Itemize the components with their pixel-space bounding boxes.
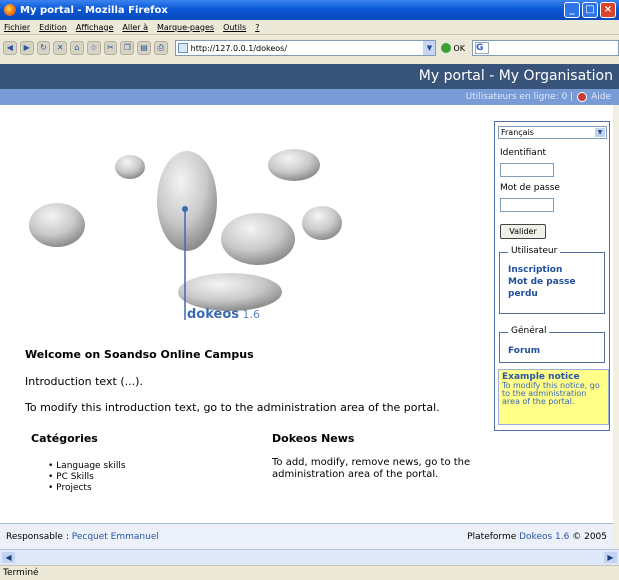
google-icon: G [474, 42, 489, 54]
language-select[interactable]: Français ▼ [498, 126, 607, 139]
page-icon [177, 43, 188, 53]
portal-subheader: Utilisateurs en ligne: 0 | Aide [0, 89, 619, 105]
close-button[interactable]: × [600, 2, 616, 18]
general-legend: Général [508, 326, 550, 336]
address-url[interactable]: http://127.0.0.1/dokeos/ [191, 44, 287, 53]
password-label: Mot de passe [500, 183, 560, 193]
go-label: OK [453, 43, 465, 53]
copy-icon[interactable]: ❐ [120, 41, 135, 55]
home-icon[interactable]: ⌂ [70, 41, 84, 55]
category-item[interactable]: PC Skills [48, 472, 126, 483]
platform-link[interactable]: Dokeos 1.6 [519, 532, 569, 542]
reload-icon[interactable]: ↻ [36, 41, 51, 55]
manager-link[interactable]: Pecquet Emmanuel [72, 532, 159, 542]
intro-text: Introduction text (...). [25, 375, 143, 388]
dokeos-logo: dokeos 1.6 [187, 307, 260, 322]
scroll-left-icon[interactable]: ◀ [2, 552, 15, 563]
general-fieldset: Général Forum [499, 326, 605, 363]
address-bar[interactable]: http://127.0.0.1/dokeos/ ▼ [174, 40, 437, 56]
window-title: My portal - Mozilla Firefox [20, 4, 168, 16]
lost-password-link[interactable]: Mot de passe perdu [508, 276, 584, 300]
firefox-icon [4, 4, 16, 16]
bookmark-icon[interactable]: ☆ [86, 41, 101, 55]
menu-bookmarks[interactable]: Marque-pages [157, 23, 214, 32]
news-title: Dokeos News [272, 432, 355, 445]
notice-box: Example notice To modify this notice, go… [498, 369, 609, 425]
paste-icon[interactable]: ▤ [137, 41, 151, 55]
notice-text: To modify this notice, go to the adminis… [502, 381, 600, 406]
forward-icon[interactable]: ▶ [19, 41, 34, 55]
category-item[interactable]: Projects [48, 483, 126, 494]
scroll-right-icon[interactable]: ▶ [604, 552, 617, 563]
login-label: Identifiant [500, 148, 547, 158]
dokeos-hero-image [29, 149, 342, 320]
search-box[interactable]: G [471, 40, 619, 56]
page-footer: Responsable : Pecquet Emmanuel Plateform… [0, 523, 613, 549]
navigation-toolbar: ◀ ▶ ↻ ✕ ⌂ ☆ ✂ ❐ ▤ ⎙ http://127.0.0.1/dok… [0, 36, 619, 60]
menu-view[interactable]: Affichage [76, 23, 114, 32]
portal-header: My portal - My Organisation [0, 64, 619, 89]
maximize-button[interactable]: □ [582, 2, 598, 18]
forum-link[interactable]: Forum [508, 345, 540, 357]
go-button[interactable]: OK [441, 43, 465, 53]
menu-edit[interactable]: Edition [39, 23, 67, 32]
copyright: © 2005 [572, 531, 607, 542]
login-input[interactable] [500, 163, 554, 177]
manager-label: Responsable : [6, 531, 69, 542]
menu-go[interactable]: Aller à [122, 23, 148, 32]
menu-tools[interactable]: Outils [223, 23, 246, 32]
menu-bar: Fichier Edition Affichage Aller à Marque… [0, 20, 619, 35]
platform-info: Plateforme Dokeos 1.6 © 2005 [467, 532, 607, 542]
help-icon[interactable] [577, 92, 588, 102]
modify-text: To modify this introduction text, go to … [25, 401, 440, 414]
window-titlebar: My portal - Mozilla Firefox _ □ × [0, 0, 619, 20]
chevron-down-icon[interactable]: ▼ [595, 128, 605, 137]
stop-icon[interactable]: ✕ [53, 41, 68, 55]
cut-icon[interactable]: ✂ [103, 41, 118, 55]
print-icon[interactable]: ⎙ [153, 41, 168, 55]
dokeos-version: 1.6 [242, 308, 261, 321]
dokeos-brand: dokeos [187, 307, 240, 322]
user-fieldset: Utilisateur Inscription Mot de passe per… [499, 246, 605, 314]
menu-file[interactable]: Fichier [4, 23, 30, 32]
user-legend: Utilisateur [508, 246, 561, 256]
categories-list: Language skills PC Skills Projects [48, 461, 126, 494]
category-item[interactable]: Language skills [48, 461, 125, 472]
minimize-button[interactable]: _ [564, 2, 580, 18]
register-link[interactable]: Inscription [508, 264, 562, 276]
page-content: dokeos 1.6 Welcome on Soandso Online Cam… [0, 105, 613, 523]
categories-title: Catégories [31, 432, 98, 445]
online-users: Utilisateurs en ligne: 0 | [465, 92, 574, 102]
login-sidebar: Français ▼ Identifiant Mot de passe Vali… [494, 121, 610, 431]
address-dropdown-icon[interactable]: ▼ [423, 41, 436, 55]
status-bar: Terminé [0, 565, 619, 580]
horizontal-scrollbar[interactable]: ◀ ▶ [0, 549, 619, 565]
help-link[interactable]: Aide [591, 92, 611, 102]
go-icon [441, 43, 452, 53]
language-value: Français [501, 128, 534, 137]
back-icon[interactable]: ◀ [3, 41, 17, 55]
menu-help[interactable]: ? [255, 23, 259, 32]
vertical-scrollbar[interactable] [613, 105, 619, 549]
news-text: To add, modify, remove news, go to the a… [272, 457, 471, 480]
platform-label: Plateforme [467, 531, 517, 542]
password-input[interactable] [500, 198, 554, 212]
submit-button[interactable]: Valider [500, 224, 546, 239]
welcome-title: Welcome on Soandso Online Campus [25, 348, 254, 361]
